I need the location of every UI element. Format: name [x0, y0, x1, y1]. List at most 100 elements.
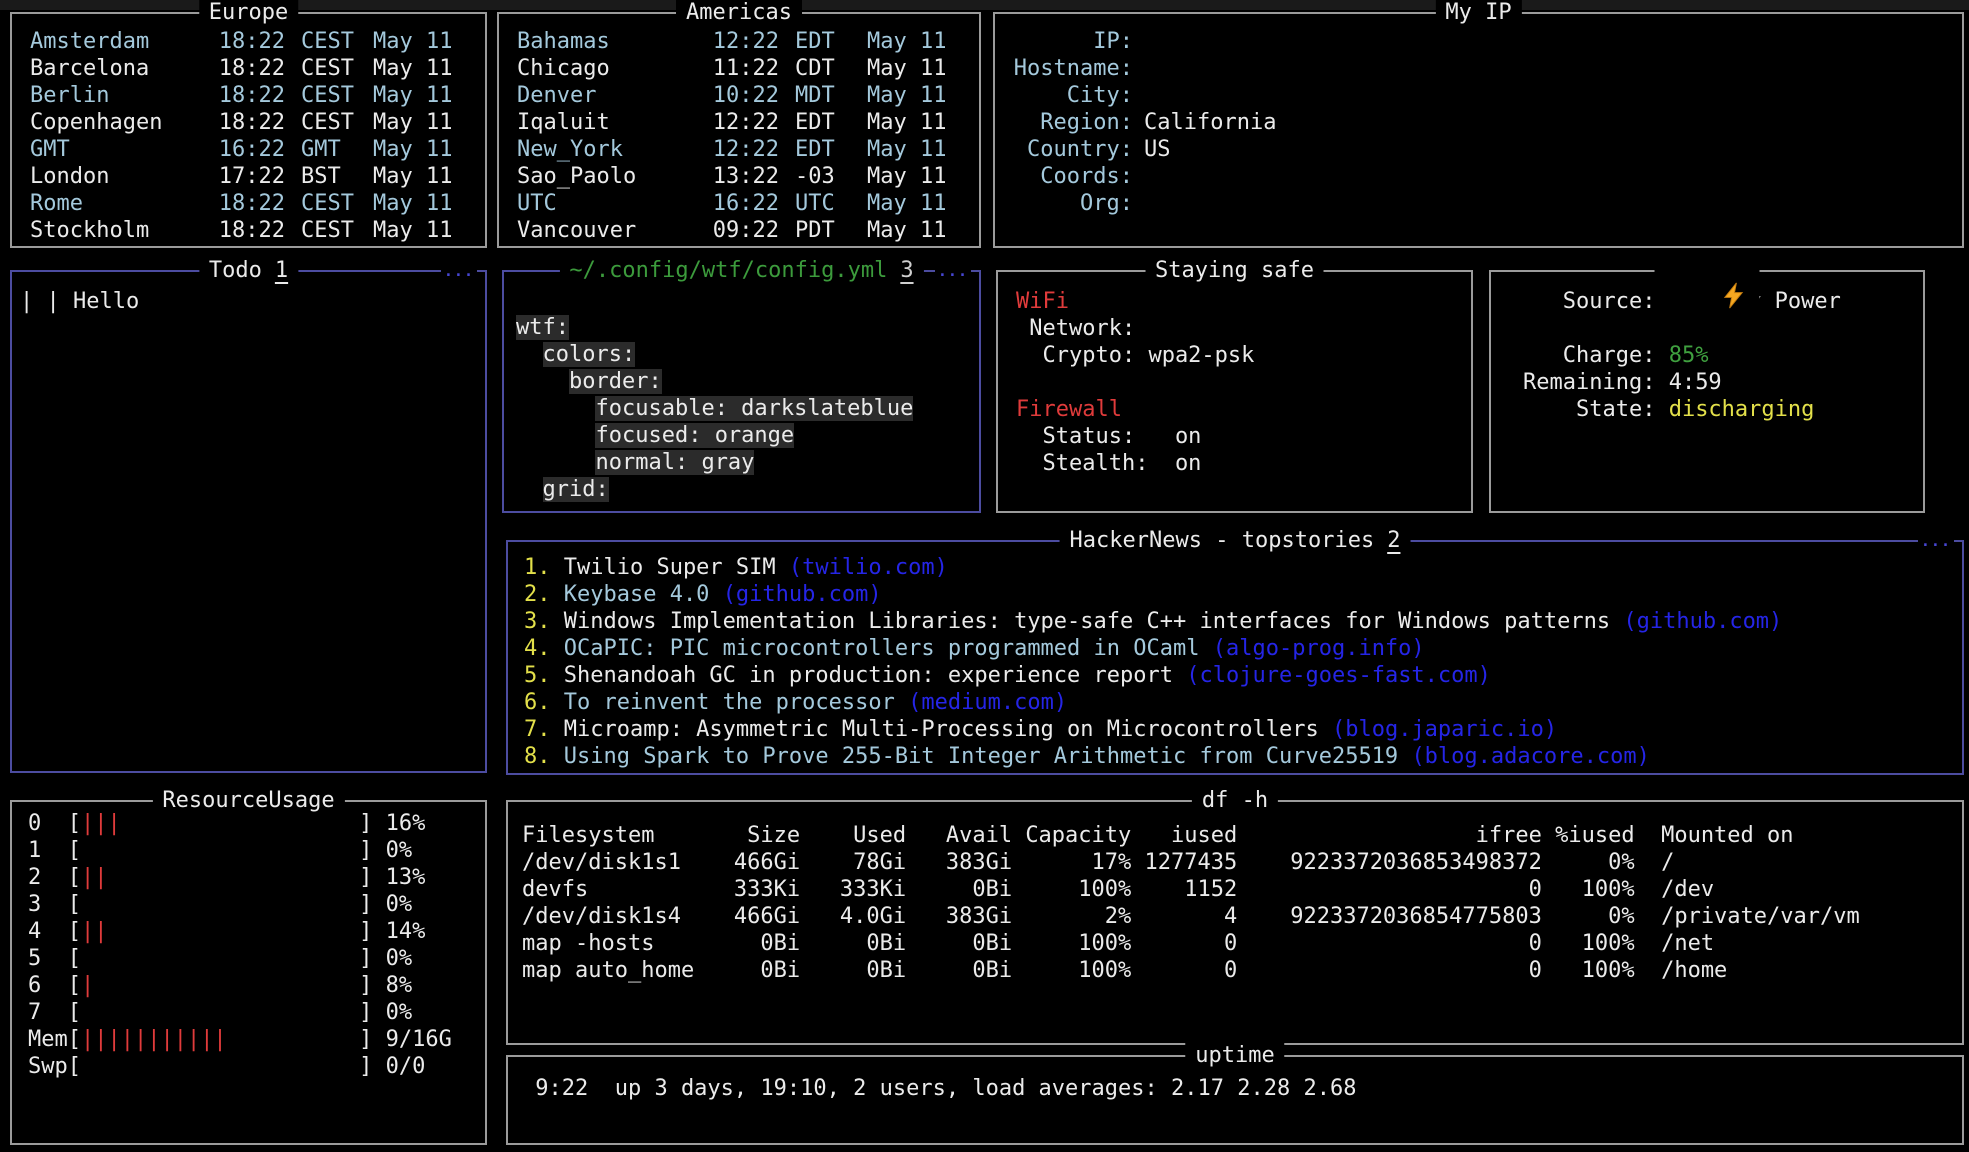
hackernews-item[interactable]: 3. Windows Implementation Libraries: typ… [524, 608, 1962, 635]
meter-value: ] 0% [359, 1000, 412, 1025]
hackernews-item-domain[interactable]: (blog.japaric.io) [1332, 717, 1557, 742]
clock-time: 09:22 [707, 217, 779, 244]
status-line: Status: on [1016, 423, 1471, 450]
battery-line-value: 85% [1655, 343, 1708, 368]
clock-time: 18:22 [213, 217, 285, 244]
hackernews-item-title[interactable]: Twilio Super SIM [564, 555, 776, 580]
panel-hotkey-index: 3 [900, 258, 913, 283]
panel-config-title: ~/.config/wtf/config.yml3 [559, 257, 923, 284]
status-line: Crypto: wpa2-psk [1016, 342, 1471, 369]
panel-title-text: HackerNews - topstories [1070, 528, 1375, 553]
panel-europe-clocks: Europe Amsterdam18:22CESTMay 11Barcelona… [10, 12, 487, 248]
meter-bars: || [81, 919, 359, 944]
hackernews-item[interactable]: 5. Shenandoah GC in production: experien… [524, 662, 1962, 689]
clock-city: New_York [517, 136, 707, 163]
clock-date: May 11 [373, 55, 459, 82]
battery-line: Remaining: 4:59 [1523, 369, 1923, 396]
panel-disk-usage: df -h Filesystem Size Used Avail Capacit… [506, 800, 1964, 1045]
hackernews-item-domain[interactable]: (clojure-goes-fast.com) [1186, 663, 1491, 688]
clock-date: May 11 [373, 28, 459, 55]
hackernews-item-domain[interactable]: (algo-prog.info) [1213, 636, 1425, 661]
clock-row: Vancouver09:22PDTMay 11 [517, 217, 953, 244]
df-data-rows: /dev/disk1s1 466Gi 78Gi 383Gi 17% 127743… [522, 849, 1962, 984]
meter-value: ] 8% [359, 973, 412, 998]
ip-field-label: Country: [1013, 136, 1133, 163]
clock-timezone: CEST [301, 190, 361, 217]
clock-row: Copenhagen18:22CESTMay 11 [30, 109, 459, 136]
clock-timezone: GMT [301, 136, 361, 163]
hackernews-item-domain[interactable]: (blog.adacore.com) [1411, 744, 1649, 769]
meter-value: ] 14% [359, 919, 425, 944]
hackernews-item-rank: 5. [524, 662, 550, 689]
hackernews-item-title[interactable]: Shenandoah GC in production: experience … [564, 663, 1173, 688]
hackernews-item-title[interactable]: Windows Implementation Libraries: type-s… [564, 609, 1610, 634]
clock-city: Rome [30, 190, 213, 217]
clock-date: May 11 [373, 82, 459, 109]
panel-config-file[interactable]: ~/.config/wtf/config.yml3 ... wtf: color… [502, 270, 981, 513]
hackernews-item[interactable]: 6. To reinvent the processor (medium.com… [524, 689, 1962, 716]
ip-field-label: Hostname: [1013, 55, 1133, 82]
hackernews-item-domain[interactable]: (github.com) [723, 582, 882, 607]
clock-date: May 11 [373, 217, 459, 244]
clock-date: May 11 [373, 190, 459, 217]
ip-field-value: US [1144, 136, 1171, 163]
meter-value: ] 0% [359, 892, 412, 917]
hackernews-story-list: 1. Twilio Super SIM (twilio.com)2. Keyba… [508, 542, 1962, 773]
df-header-row: Filesystem Size Used Avail Capacity iuse… [522, 822, 1962, 849]
hackernews-item[interactable]: 2. Keybase 4.0 (github.com) [524, 581, 1962, 608]
hackernews-item[interactable]: 8. Using Spark to Prove 255-Bit Integer … [524, 743, 1962, 770]
panel-uptime-title: uptime [1185, 1042, 1284, 1069]
panel-europe-title: Europe [199, 0, 298, 26]
meter-value: ] 0% [359, 838, 412, 863]
clock-city: GMT [30, 136, 213, 163]
battery-line-label: Remaining: [1523, 370, 1655, 395]
resource-usage-row: 4 [|| ] 14% [28, 918, 485, 945]
clock-timezone: CEST [301, 28, 361, 55]
hackernews-item-domain[interactable]: (twilio.com) [789, 555, 948, 580]
battery-line: Charge: 85% [1523, 342, 1923, 369]
hackernews-item-domain[interactable]: (github.com) [1623, 609, 1782, 634]
hackernews-item-title[interactable]: OCaPIC: PIC microcontrollers programmed … [564, 636, 1200, 661]
config-line-text: wtf: [516, 315, 569, 340]
hackernews-item-title[interactable]: Keybase 4.0 [564, 582, 710, 607]
ip-field-row: Hostname: [1013, 55, 1962, 82]
hackernews-item-rank: 6. [524, 689, 550, 716]
panel-hackernews[interactable]: HackerNews - topstories2 ... 1. Twilio S… [506, 540, 1964, 775]
hackernews-item[interactable]: 1. Twilio Super SIM (twilio.com) [524, 554, 1962, 581]
clock-date: May 11 [373, 109, 459, 136]
meter-open: 4 [ [28, 919, 81, 944]
clock-city: Berlin [30, 82, 213, 109]
clock-row: New_York12:22EDTMay 11 [517, 136, 953, 163]
clock-row: Stockholm18:22CESTMay 11 [30, 217, 459, 244]
clock-date: May 11 [373, 163, 459, 190]
panel-todo[interactable]: Todo1 ... | | Hello [10, 270, 487, 773]
todo-item[interactable]: | | Hello [20, 288, 485, 315]
clock-timezone: -03 [795, 163, 855, 190]
uptime-text: 9:22 up 3 days, 19:10, 2 users, load ave… [522, 1075, 1962, 1102]
panel-title-text: uptime [1195, 1043, 1274, 1068]
df-row: /dev/disk1s4 466Gi 4.0Gi 383Gi 2% 4 9223… [522, 903, 1962, 930]
meter-value: ] 9/16G [359, 1027, 452, 1052]
clock-row: Amsterdam18:22CESTMay 11 [30, 28, 459, 55]
hackernews-item-title[interactable]: To reinvent the processor [564, 690, 895, 715]
resource-usage-row: 7 [ ] 0% [28, 999, 485, 1026]
meter-bars: || [81, 865, 359, 890]
hackernews-item-title[interactable]: Using Spark to Prove 255-Bit Integer Ari… [564, 744, 1398, 769]
hackernews-item-domain[interactable]: (medium.com) [908, 690, 1067, 715]
hackernews-item[interactable]: 4. OCaPIC: PIC microcontrollers programm… [524, 635, 1962, 662]
meter-open: 0 [ [28, 811, 81, 836]
clock-time: 11:22 [707, 55, 779, 82]
df-row: /dev/disk1s1 466Gi 78Gi 383Gi 17% 127743… [522, 849, 1962, 876]
clock-city: Iqaluit [517, 109, 707, 136]
hackernews-item[interactable]: 7. Microamp: Asymmetric Multi-Processing… [524, 716, 1962, 743]
hackernews-item-title[interactable]: Microamp: Asymmetric Multi-Processing on… [564, 717, 1319, 742]
clock-time: 10:22 [707, 82, 779, 109]
clock-city: Sao_Paolo [517, 163, 707, 190]
resource-usage-meters: 0 [||| ] 16%1 [ ] 0%2 [|| ] 13%3 [ ] 0%4… [12, 802, 485, 1143]
clock-date: May 11 [373, 136, 459, 163]
clock-time: 18:22 [213, 55, 285, 82]
config-line-text: border: [569, 369, 662, 394]
panel-my-ip: My IP IP:Hostname:City:Region:California… [993, 12, 1964, 248]
df-row: map auto_home 0Bi 0Bi 0Bi 100% 0 0 100% … [522, 957, 1962, 984]
my-ip-fields: IP:Hostname:City:Region:CaliforniaCountr… [995, 14, 1962, 246]
